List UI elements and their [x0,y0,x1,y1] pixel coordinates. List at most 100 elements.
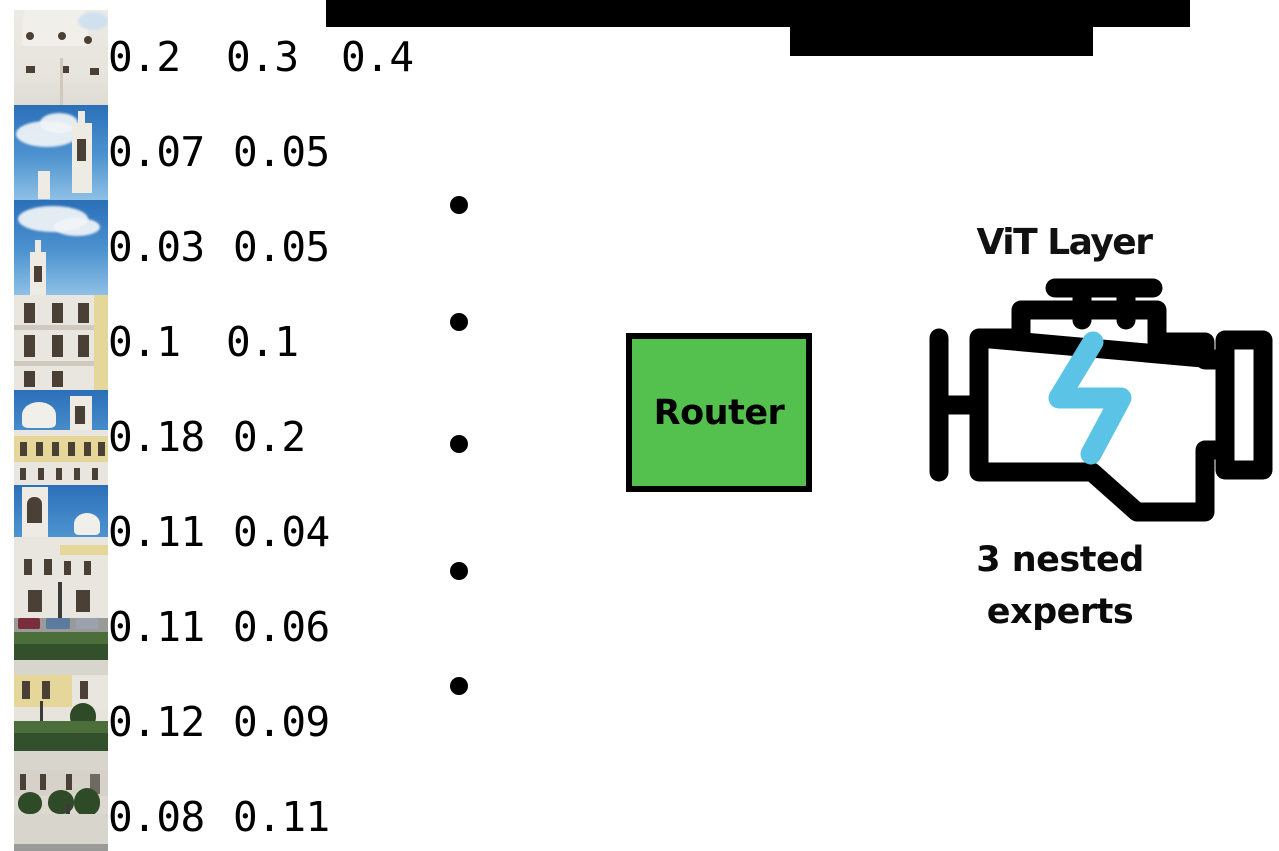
window [38,468,44,480]
window [42,681,50,699]
image-patch-9 [14,770,108,851]
table-row: 0.03 0.05 [108,200,428,295]
pilaster [60,58,63,105]
tower-window [77,139,86,161]
window [24,559,32,575]
window [26,32,34,40]
top-redaction-bar [326,0,1190,27]
path [14,814,108,844]
window [24,371,35,387]
road [14,844,108,851]
routing-probability-table: 0.2 0.3 0.4 0.07 0.05 0.03 0.05 0.1 0.1 … [108,10,428,851]
image-patch-8 [14,675,108,770]
ellipsis-dot [450,196,468,214]
window [64,561,71,575]
window [92,468,98,480]
table-row: 0.1 0.1 [108,295,428,390]
window [84,442,91,456]
routing-value: 0.18 [108,413,205,461]
table-row: 0.18 0.2 [108,390,428,485]
tower-spire [78,111,85,127]
tower-window [34,266,42,282]
tree [48,790,74,814]
window [36,442,43,456]
ochre-wall [94,295,108,390]
window [20,468,26,480]
window [52,335,63,357]
table-row: 0.11 0.06 [108,580,428,675]
vit-layer-title: ViT Layer [976,222,1153,263]
table-row: 0.2 0.3 0.4 [108,10,428,105]
image-patch-strip [14,10,108,851]
routing-value: 0.12 [108,698,205,746]
image-patch-7 [14,580,108,675]
hedge [14,733,108,751]
caption-line-2: experts [986,591,1134,632]
window [44,559,52,575]
routing-value: 0.03 [108,223,205,271]
window [20,442,27,456]
far-tower [38,171,50,199]
car [18,618,40,629]
window [74,468,80,480]
tree [18,792,42,814]
window [98,442,105,456]
window [24,303,35,323]
routing-value: 0.05 [233,128,330,176]
window [26,66,35,73]
window [90,68,99,75]
image-patch-2 [14,105,108,200]
tree [74,788,100,816]
routing-value: 0.09 [233,698,330,746]
ellipsis-dot [450,677,468,695]
image-patch-6 [14,485,108,580]
window [24,335,35,357]
window [56,468,62,480]
routing-value: 0.1 [108,318,181,366]
car [76,618,98,629]
routing-value: 0.08 [108,793,205,841]
image-patch-1 [14,10,108,105]
window [66,774,72,790]
string-course [14,361,94,366]
window [78,335,89,357]
window [52,303,63,323]
path [14,751,108,770]
dome-shape [74,513,100,535]
window [80,681,88,699]
table-row: 0.11 0.04 [108,485,428,580]
window [40,774,46,790]
diagram-canvas: 0.2 0.3 0.4 0.07 0.05 0.03 0.05 0.1 0.1 … [0,0,1279,851]
window [52,371,63,387]
ellipsis-dot [450,313,468,331]
router-label: Router [653,392,785,433]
sky-corner [78,12,108,30]
second-redaction-bar [790,27,1093,56]
ellipsis-dot [450,435,468,453]
image-patch-4 [14,295,108,390]
ochre-wall [14,434,108,464]
cloud [54,218,100,236]
table-row: 0.12 0.09 [108,675,428,770]
nested-experts-caption: 3 nested experts [935,535,1185,639]
tower-window [75,406,85,424]
window [76,590,90,612]
window [52,442,59,456]
routing-value: 0.3 [226,33,299,81]
table-row: 0.07 0.05 [108,105,428,200]
routing-value: 0.2 [233,413,306,461]
window [28,590,42,612]
window [84,561,91,575]
routing-value: 0.04 [233,508,330,556]
window [58,32,66,40]
router-box[interactable]: Router [626,333,812,492]
hedge [14,644,108,660]
tower-arch [27,497,42,523]
window [20,774,26,790]
traffic-pole [58,582,62,622]
dome-shape [22,402,56,428]
window [68,442,75,456]
vit-layer-group: ViT Layer 3 nested experts [925,222,1277,672]
window [78,303,89,323]
routing-value: 0.1 [226,318,299,366]
